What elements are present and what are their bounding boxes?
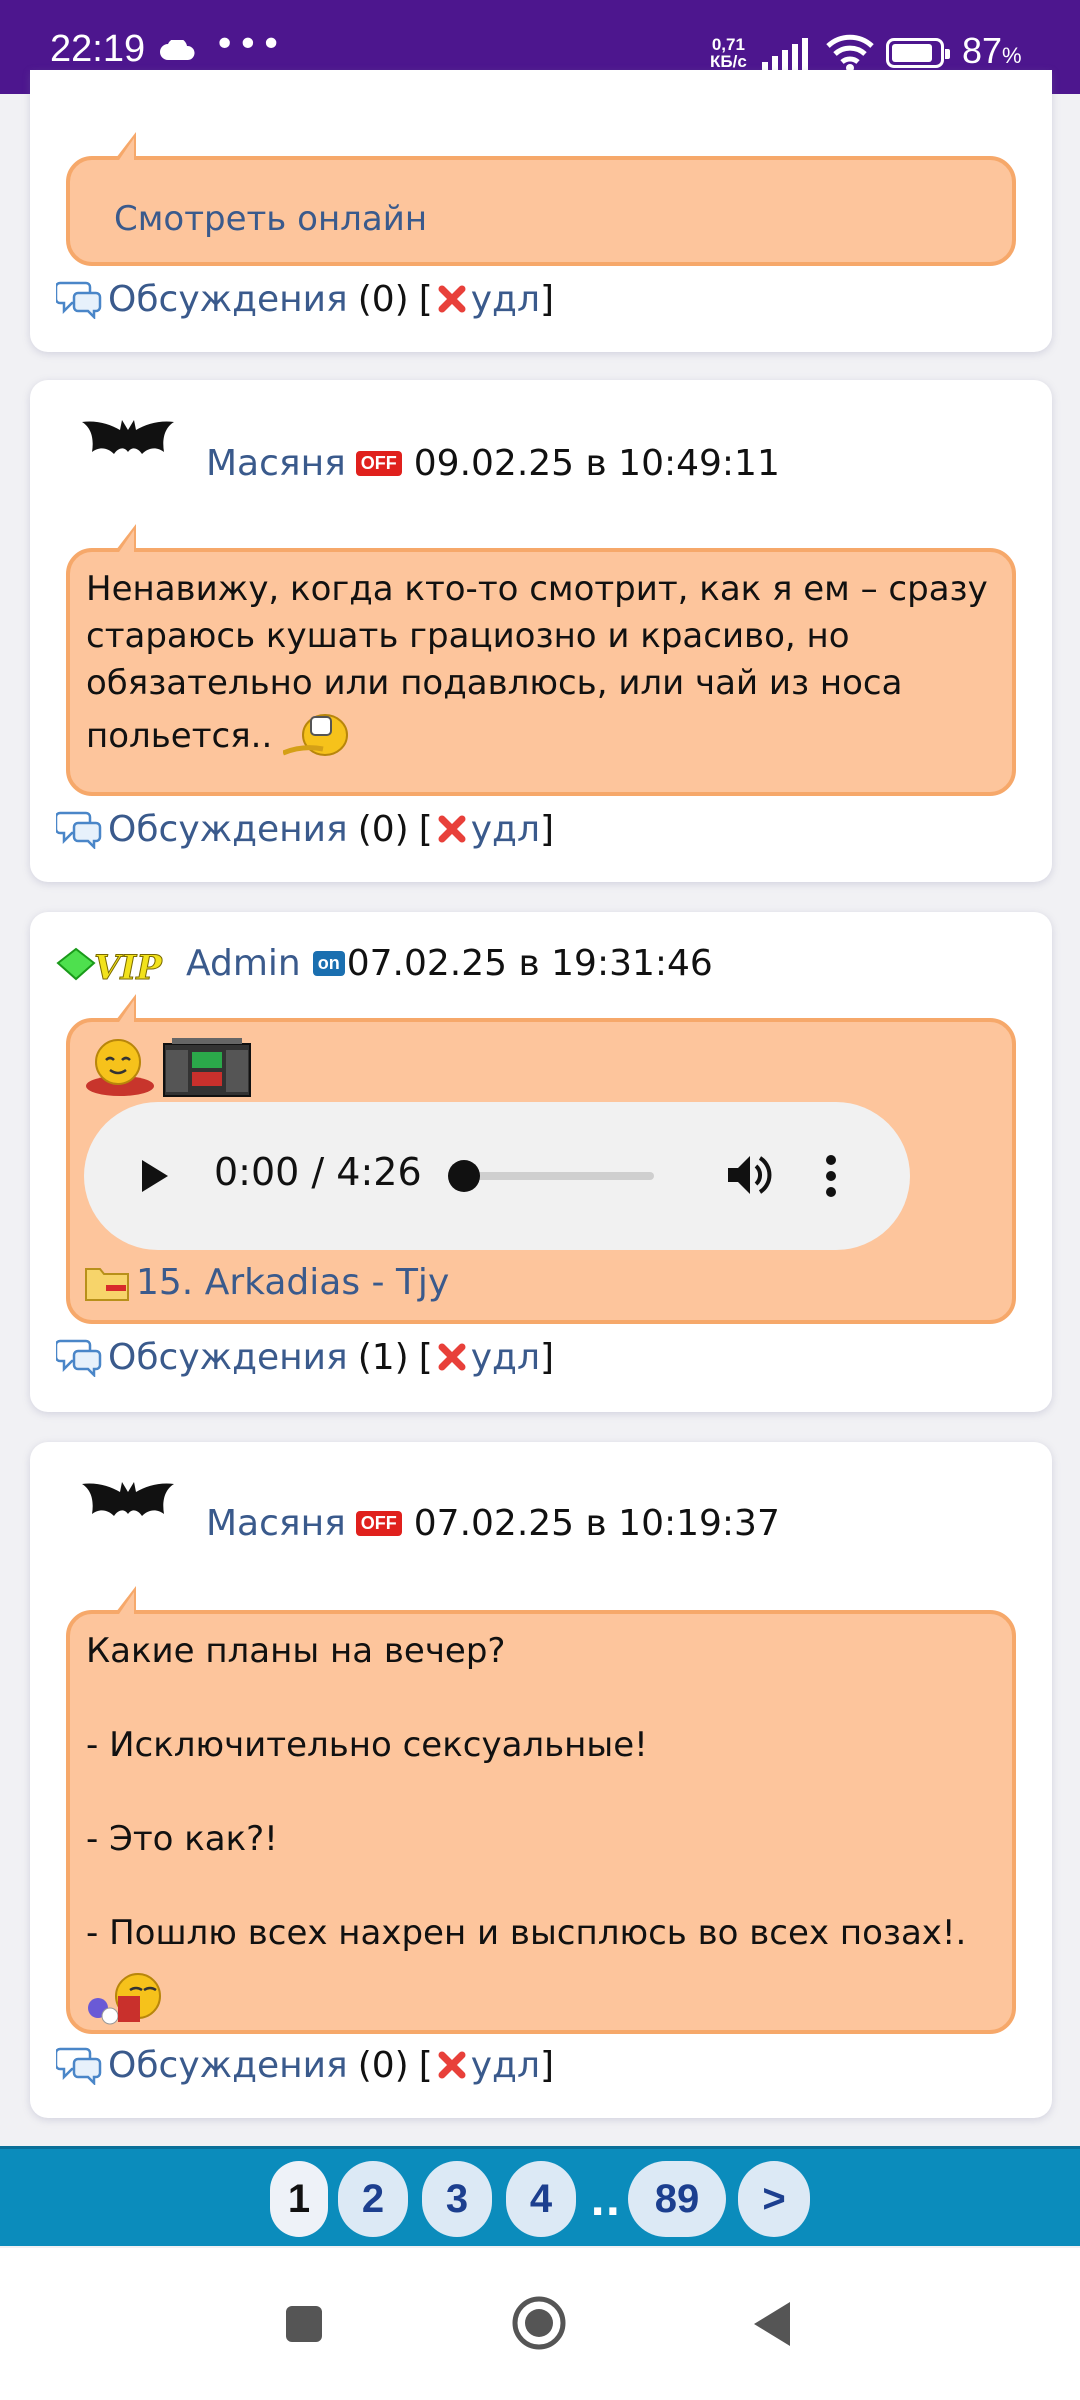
recent-apps-icon[interactable] (284, 2304, 324, 2344)
home-icon[interactable] (510, 2294, 568, 2352)
back-icon[interactable] (752, 2300, 792, 2348)
discussion-icon (56, 1339, 102, 1377)
discussion-icon (56, 281, 102, 319)
discussions-link[interactable]: Обсуждения (108, 809, 348, 850)
network-speed-value: 0,71 (711, 35, 745, 54)
message-bubble: 0:00 / 4:26 15. Arkadias - Tjy (66, 994, 1016, 1324)
discussion-count: (0) (357, 278, 409, 320)
pagination-ellipsis: .. (590, 2179, 621, 2225)
bat-avatar-icon (82, 1482, 174, 1516)
battery-icon (886, 38, 950, 68)
audio-seek-track[interactable] (454, 1172, 654, 1180)
delete-icon[interactable] (437, 1342, 467, 1372)
folder-icon (85, 1267, 129, 1301)
post-author-row: Масяня OFF 07.02.25 в 10:19:37 (206, 1488, 780, 1558)
network-speed: 0,71 КБ/с (710, 36, 747, 70)
discussion-count: (1) (357, 1336, 409, 1378)
discussion-count: (0) (357, 2044, 409, 2086)
delete-link[interactable]: удл (471, 279, 540, 320)
post-card: Масяня OFF 07.02.25 в 10:19:37 Какие пла… (30, 1442, 1052, 2118)
author-name[interactable]: Масяня (206, 1503, 346, 1544)
delete-icon[interactable] (437, 2050, 467, 2080)
post-footer: Обсуждения (1) [ удл ] (56, 1332, 554, 1382)
watch-online-link[interactable]: Смотреть онлайн (114, 196, 992, 243)
battery-level (892, 44, 932, 62)
signal-icon (762, 38, 808, 70)
file-link[interactable]: 15. Arkadias - Tjy (136, 1262, 449, 1303)
wifi-icon (826, 34, 874, 72)
delete-link[interactable]: удл (471, 809, 540, 850)
bat-avatar-icon (82, 420, 174, 454)
discussion-count: (0) (357, 808, 409, 850)
more-options-icon[interactable] (824, 1154, 838, 1198)
discussions-link[interactable]: Обсуждения (108, 279, 348, 320)
page-3-button[interactable]: 3 (422, 2161, 492, 2237)
volume-icon[interactable] (726, 1152, 772, 1198)
next-page-button[interactable]: > (738, 2161, 810, 2237)
offline-badge: OFF (355, 450, 402, 476)
post-footer: Обсуждения (0) [ удл ] (56, 804, 554, 854)
pagination-bar: 1 2 3 4 .. 89 > (0, 2146, 1080, 2246)
post-footer: Обсуждения (0) [ удл ] (56, 274, 554, 324)
page-4-button[interactable]: 4 (506, 2161, 576, 2237)
more-notifications-icon: ••• (214, 24, 284, 65)
post-date: 09.02.25 в 10:49:11 (413, 442, 780, 484)
delete-icon[interactable] (437, 814, 467, 844)
delete-link[interactable]: удл (471, 1337, 540, 1378)
attachment: 15. Arkadias - Tjy (84, 1262, 449, 1303)
last-page-button[interactable]: 89 (628, 2161, 726, 2237)
message-text: Какие планы на вечер? - Исключительно се… (86, 1631, 967, 1953)
audio-time: 0:00 / 4:26 (214, 1150, 422, 1194)
author-name[interactable]: Масяня (206, 443, 346, 484)
play-icon[interactable] (140, 1158, 170, 1194)
offline-badge: OFF (355, 1510, 402, 1536)
post-author-row: VIP Admin on 07.02.25 в 19:31:46 (54, 928, 713, 998)
delete-icon[interactable] (437, 284, 467, 314)
post-author-row: Масяня OFF 09.02.25 в 10:49:11 (206, 428, 780, 498)
audio-seek-thumb[interactable] (448, 1160, 480, 1192)
vip-badge-icon: VIP (56, 948, 164, 987)
page-2-button[interactable]: 2 (338, 2161, 408, 2237)
page-1-button[interactable]: 1 (270, 2161, 328, 2237)
stereo-icon (163, 1038, 251, 1097)
clock: 22:19 (50, 28, 146, 70)
system-nav-bar (0, 2248, 1080, 2400)
discussions-link[interactable]: Обсуждения (108, 1337, 348, 1378)
singing-smiley-icon (86, 1039, 154, 1096)
choking-smiley-icon (282, 714, 349, 756)
message-text: Ненавижу, когда кто-то смотрит, как я ем… (86, 566, 992, 760)
author-name[interactable]: Admin (186, 943, 301, 984)
message-bubble: Ненавижу, когда кто-то смотрит, как я ем… (66, 524, 1016, 796)
discussion-icon (56, 2047, 102, 2085)
battery-percent: 87% (962, 30, 1022, 71)
post-date: 07.02.25 в 19:31:46 (346, 942, 713, 984)
discussion-icon (56, 811, 102, 849)
discussions-link[interactable]: Обсуждения (108, 2045, 348, 2086)
audio-player[interactable]: 0:00 / 4:26 (84, 1102, 910, 1250)
delete-link[interactable]: удл (471, 2045, 540, 2086)
post-card: Масяня OFF 09.02.25 в 10:49:11 Ненавижу,… (30, 380, 1052, 882)
svg-text:VIP: VIP (94, 948, 163, 987)
message-bubble: Какие планы на вечер? - Исключительно се… (66, 1586, 1016, 2034)
post-footer: Обсуждения (0) [ удл ] (56, 2040, 554, 2090)
network-speed-unit: КБ/с (710, 52, 747, 71)
cloud-icon (160, 40, 195, 60)
online-badge: on (312, 950, 345, 976)
sleeping-smiley-icon (88, 1973, 161, 2025)
message-bubble: Смотреть онлайн (66, 132, 1016, 266)
post-card: VIP Admin on 07.02.25 в 19:31:46 0:00 / … (30, 912, 1052, 1412)
post-card: Смотреть онлайн Обсуждения (0) [ удл ] (30, 70, 1052, 352)
post-date: 07.02.25 в 10:19:37 (413, 1502, 780, 1544)
